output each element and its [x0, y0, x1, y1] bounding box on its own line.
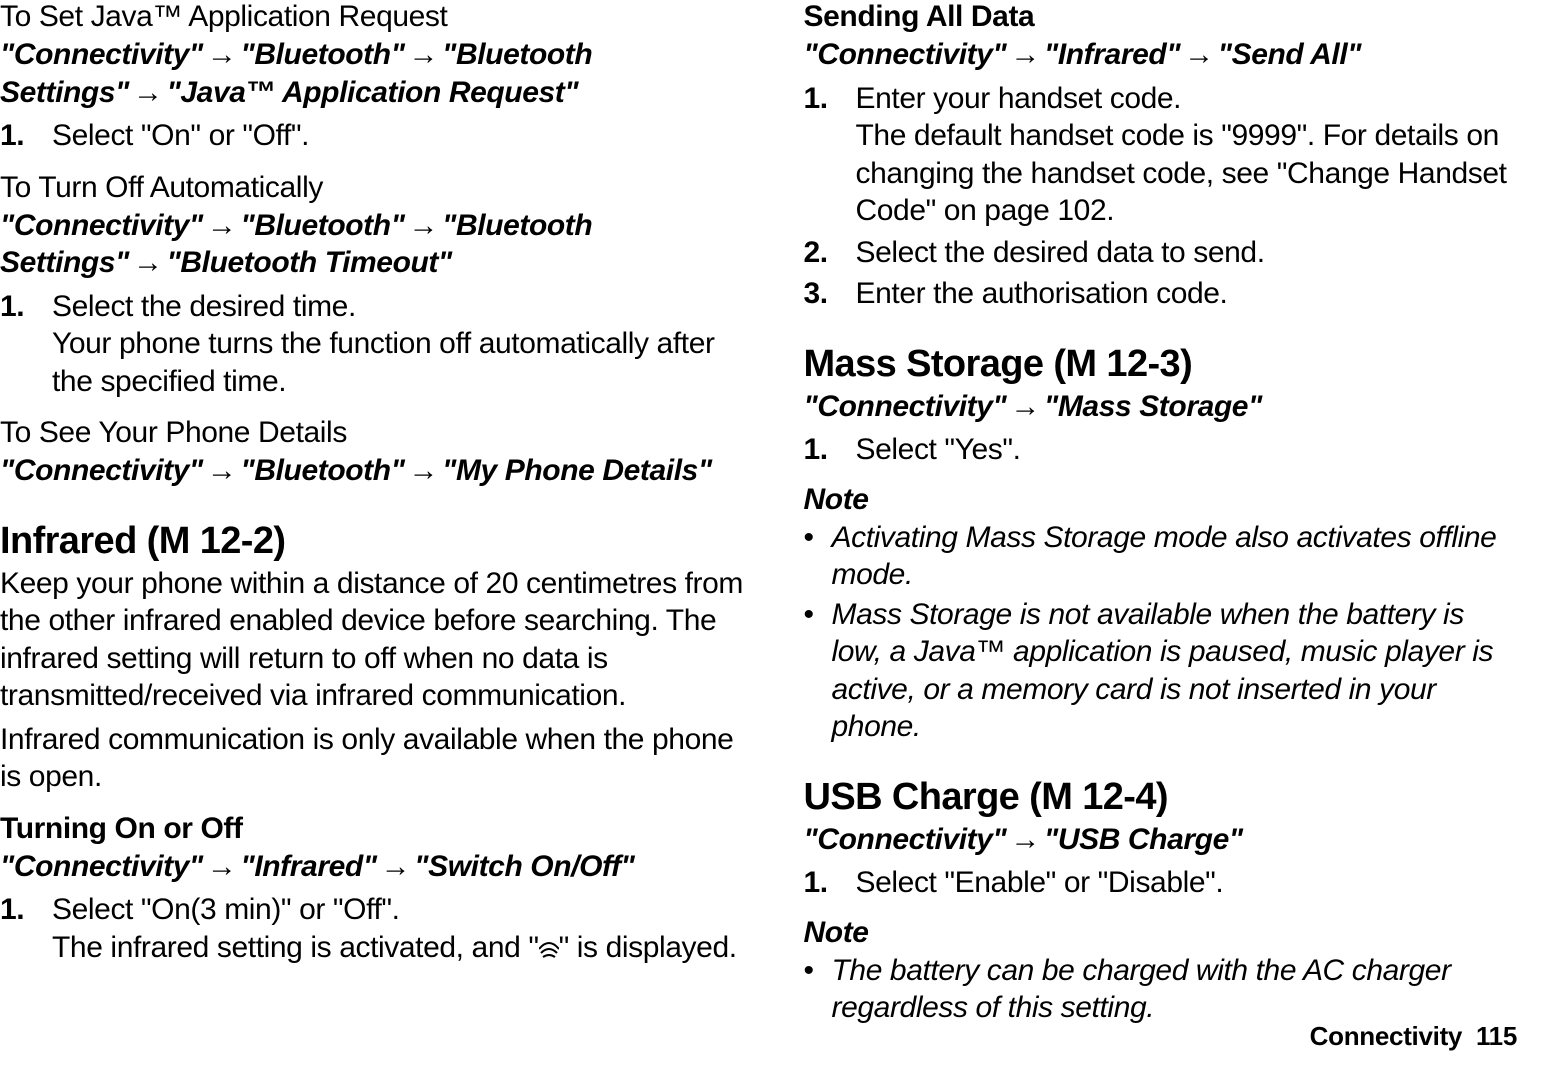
- footer-section: Connectivity: [1310, 1021, 1462, 1051]
- arrow-icon: →: [405, 38, 443, 71]
- steps-list: Select "Enable" or "Disable".: [804, 864, 1518, 902]
- step-item: Select "On" or "Off".: [0, 117, 744, 155]
- menu-code: (M 12-4): [1019, 776, 1168, 818]
- heading-mass-storage: Mass Storage (M 12-3): [804, 343, 1518, 386]
- path-part: "Java™ Application Request": [167, 76, 579, 109]
- right-column: Sending All Data "Connectivity"→"Infrare…: [784, 0, 1567, 1029]
- notes-list: The battery can be charged with the AC c…: [804, 952, 1518, 1027]
- note-item: Mass Storage is not available when the b…: [804, 596, 1518, 746]
- path-part: "Switch On/Off": [414, 850, 634, 883]
- subheading-turn-on-off: Turning On or Off: [0, 812, 744, 846]
- menu-path: "Connectivity"→"Infrared"→"Send All": [804, 36, 1518, 74]
- path-part: "Connectivity": [804, 38, 1007, 71]
- menu-path: "Connectivity"→"USB Charge": [804, 821, 1518, 859]
- note-label: Note: [804, 916, 1518, 950]
- arrow-icon: →: [203, 454, 241, 487]
- subheading-phone-details: To See Your Phone Details: [0, 416, 744, 450]
- arrow-icon: →: [377, 850, 415, 883]
- menu-code: (M 12-2): [137, 520, 286, 562]
- heading-text: Mass Storage: [804, 343, 1044, 385]
- path-part: "Connectivity": [804, 390, 1007, 423]
- path-part: "Mass Storage": [1044, 390, 1262, 423]
- arrow-icon: →: [129, 246, 167, 279]
- arrow-icon: →: [203, 850, 241, 883]
- step-item: Select "Enable" or "Disable".: [804, 864, 1518, 902]
- path-part: "Bluetooth": [241, 454, 405, 487]
- menu-code: (M 12-3): [1043, 343, 1192, 385]
- path-part: "Infrared": [1044, 38, 1180, 71]
- path-part: "Infrared": [241, 850, 377, 883]
- path-part: "Connectivity": [0, 209, 203, 242]
- note-label: Note: [804, 483, 1518, 517]
- path-part: "Bluetooth": [241, 209, 405, 242]
- heading-usb-charge: USB Charge (M 12-4): [804, 776, 1518, 819]
- step-item: Select "Yes".: [804, 431, 1518, 469]
- body-text: Keep your phone within a distance of 20 …: [0, 565, 744, 715]
- arrow-icon: →: [405, 454, 443, 487]
- subheading-auto-off: To Turn Off Automatically: [0, 171, 744, 205]
- steps-list: Enter your handset code. The default han…: [804, 80, 1518, 313]
- step-text: Enter your handset code.: [856, 82, 1182, 115]
- arrow-icon: →: [129, 76, 167, 109]
- steps-list: Select "On" or "Off".: [0, 117, 744, 155]
- sub-b: " is displayed.: [559, 931, 737, 964]
- subheading-sending-all: Sending All Data: [804, 0, 1518, 34]
- sub-a: The infrared setting is activated, and ": [52, 931, 539, 964]
- arrow-icon: →: [405, 209, 443, 242]
- step-subtext: Your phone turns the function off automa…: [52, 325, 744, 400]
- path-part: "Connectivity": [0, 850, 203, 883]
- heading-infrared: Infrared (M 12-2): [0, 520, 744, 563]
- footer-page-number: 115: [1476, 1021, 1517, 1051]
- arrow-icon: →: [203, 38, 241, 71]
- steps-list: Select "Yes".: [804, 431, 1518, 469]
- path-part: "Connectivity": [0, 38, 203, 71]
- steps-list: Select the desired time. Your phone turn…: [0, 288, 744, 401]
- menu-path: "Connectivity"→"Mass Storage": [804, 388, 1518, 426]
- steps-list: Select "On(3 min)" or "Off". The infrare…: [0, 891, 744, 966]
- path-part: "Connectivity": [804, 823, 1007, 856]
- step-item: Enter your handset code. The default han…: [804, 80, 1518, 230]
- step-item: Select the desired data to send.: [804, 234, 1518, 272]
- arrow-icon: →: [1006, 38, 1044, 71]
- arrow-icon: →: [1180, 38, 1218, 71]
- left-column: To Set Java™ Application Request "Connec…: [0, 0, 784, 1029]
- path-part: "USB Charge": [1044, 823, 1243, 856]
- menu-path: "Connectivity"→"Infrared"→"Switch On/Off…: [0, 848, 744, 886]
- arrow-icon: →: [1006, 823, 1044, 856]
- notes-list: Activating Mass Storage mode also activa…: [804, 519, 1518, 746]
- page-footer: Connectivity 115: [1310, 1021, 1517, 1052]
- path-part: "Bluetooth": [241, 38, 405, 71]
- infrared-icon: [539, 939, 559, 959]
- step-subtext: The default handset code is "9999". For …: [856, 117, 1518, 230]
- menu-path: "Connectivity"→"Bluetooth"→"My Phone Det…: [0, 452, 744, 490]
- step-text: Select the desired time.: [52, 290, 356, 323]
- step-item: Select the desired time. Your phone turn…: [0, 288, 744, 401]
- subheading-java-request: To Set Java™ Application Request: [0, 0, 744, 34]
- arrow-icon: →: [1006, 390, 1044, 423]
- heading-text: USB Charge: [804, 776, 1020, 818]
- path-part: "Send All": [1218, 38, 1361, 71]
- step-item: Select "On(3 min)" or "Off". The infrare…: [0, 891, 744, 966]
- menu-path: "Connectivity"→"Bluetooth"→"Bluetooth Se…: [0, 207, 744, 282]
- heading-text: Infrared: [0, 520, 137, 562]
- note-item: The battery can be charged with the AC c…: [804, 952, 1518, 1027]
- step-text: Select "On(3 min)" or "Off".: [52, 893, 400, 926]
- menu-path: "Connectivity"→"Bluetooth"→"Bluetooth Se…: [0, 36, 744, 111]
- path-part: "Connectivity": [0, 454, 203, 487]
- step-subtext: The infrared setting is activated, and "…: [52, 929, 744, 967]
- body-text: Infrared communication is only available…: [0, 721, 744, 796]
- path-part: "Bluetooth Timeout": [167, 246, 452, 279]
- step-item: Enter the authorisation code.: [804, 275, 1518, 313]
- path-part: "My Phone Details": [442, 454, 712, 487]
- arrow-icon: →: [203, 209, 241, 242]
- note-item: Activating Mass Storage mode also activa…: [804, 519, 1518, 594]
